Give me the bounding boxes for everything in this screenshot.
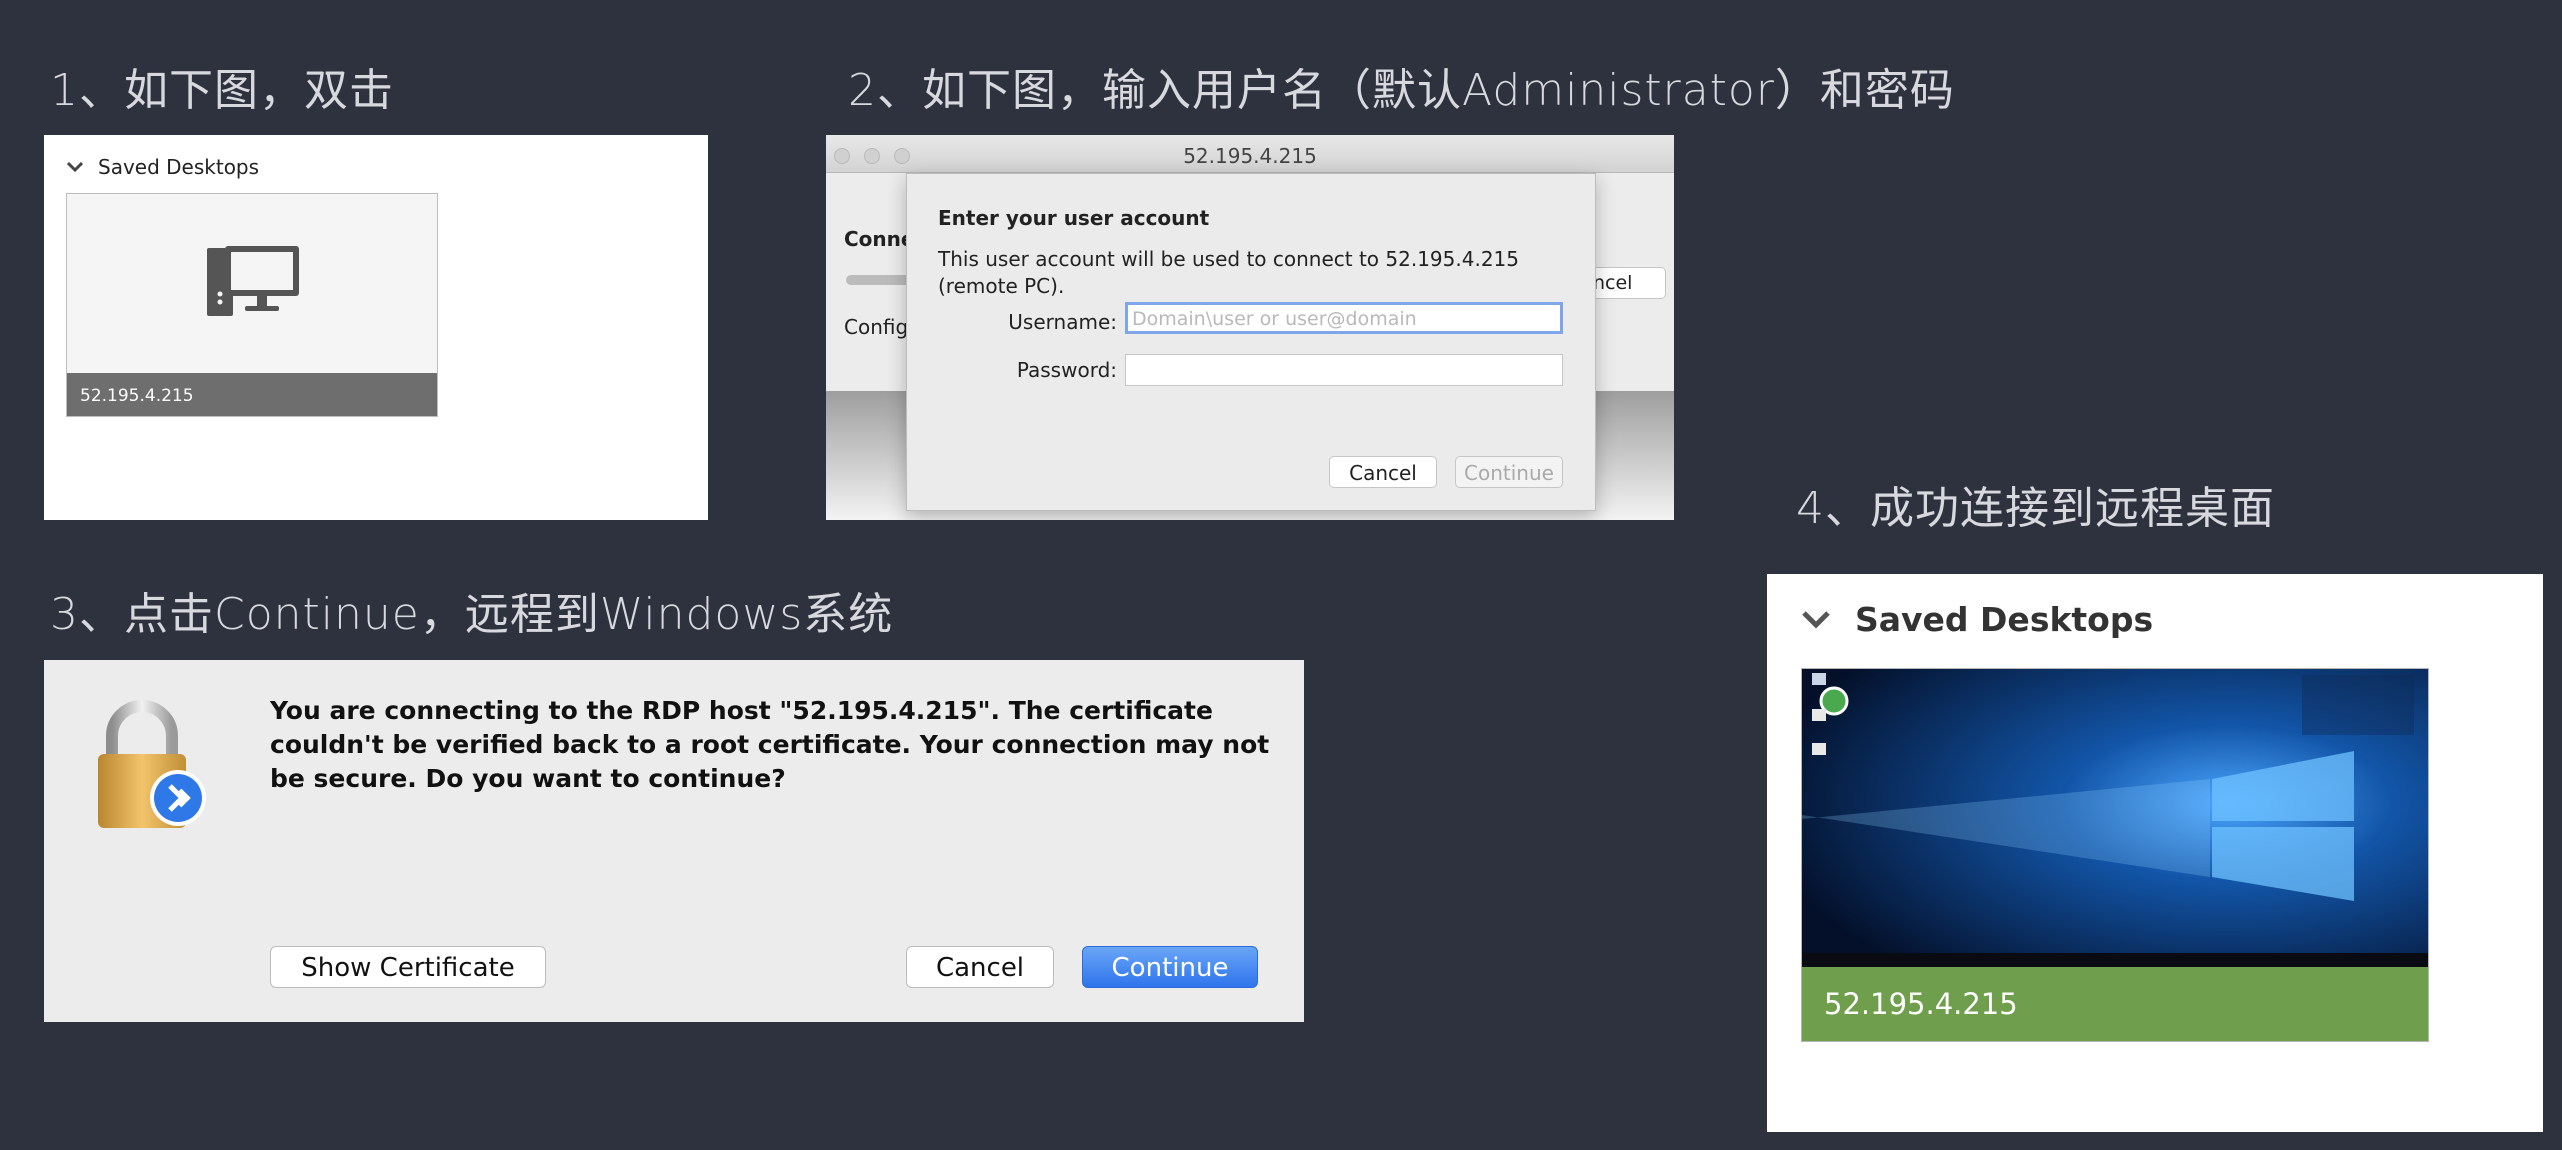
certificate-warning-message: You are connecting to the RDP host "52.1… <box>270 696 1270 793</box>
close-window-button[interactable] <box>834 148 850 164</box>
chevron-down-icon[interactable] <box>1801 610 1831 630</box>
username-field[interactable]: Domain\user or user@domain <box>1125 302 1563 334</box>
step-1-title: 1、如下图，双击 <box>50 65 394 116</box>
sheet-title: Enter your user account <box>938 206 1210 230</box>
password-label: Password: <box>1016 358 1117 382</box>
window-titlebar[interactable]: 52.195.4.215 <box>826 135 1674 173</box>
remote-desktop-icon <box>207 246 299 322</box>
zoom-window-button[interactable] <box>894 148 910 164</box>
saved-desktops-panel: Saved Desktops 52.195.4.215 <box>44 135 708 520</box>
minimize-window-button[interactable] <box>864 148 880 164</box>
continue-button[interactable]: Continue <box>1455 456 1563 488</box>
saved-desktops-label: Saved Desktops <box>98 155 260 179</box>
cancel-button[interactable]: Cancel <box>906 946 1054 988</box>
windows-desktop-thumbnail <box>1802 669 2428 967</box>
saved-desktop-tile-label: 52.195.4.215 <box>67 373 437 416</box>
saved-desktop-tile[interactable]: 52.195.4.215 <box>66 193 438 417</box>
lock-icon <box>94 700 210 844</box>
background-cancel-button[interactable]: ncel <box>1586 267 1666 299</box>
saved-desktops-label: Saved Desktops <box>1855 600 2154 639</box>
certificate-warning-panel: You are connecting to the RDP host "52.1… <box>44 660 1304 1022</box>
window-title: 52.195.4.215 <box>1183 144 1317 168</box>
saved-desktop-tile-label: 52.195.4.215 <box>1824 987 2018 1021</box>
show-certificate-button[interactable]: Show Certificate <box>270 946 546 988</box>
sheet-description: This user account will be used to connec… <box>938 247 1519 298</box>
cancel-button[interactable]: Cancel <box>1329 456 1437 488</box>
saved-desktop-tile-connected[interactable]: 52.195.4.215 <box>1801 668 2429 1042</box>
username-label: Username: <box>1008 310 1117 334</box>
user-account-panel: 52.195.4.215 Conne Config ncel Enter you… <box>826 135 1674 520</box>
remote-desktop-badge-icon <box>150 770 206 826</box>
user-account-sheet: Enter your user account This user accoun… <box>906 173 1596 511</box>
connecting-label: Conne <box>844 227 915 251</box>
connected-desktop-panel: Saved Desktops 52.195.4.215 <box>1767 574 2543 1132</box>
saved-desktops-header[interactable]: Saved Desktops <box>1801 600 2153 639</box>
configuring-label: Config <box>844 315 909 339</box>
step-3-title: 3、点击Continue，远程到Windows系统 <box>50 589 894 640</box>
password-field[interactable] <box>1125 354 1563 386</box>
continue-button[interactable]: Continue <box>1082 946 1258 988</box>
saved-desktops-header[interactable]: Saved Desktops <box>66 155 259 179</box>
chevron-down-icon[interactable] <box>66 161 84 173</box>
step-4-title: 4、成功连接到远程桌面 <box>1796 483 2275 534</box>
step-2-title: 2、如下图，输入用户名（默认Administrator）和密码 <box>848 65 1955 116</box>
